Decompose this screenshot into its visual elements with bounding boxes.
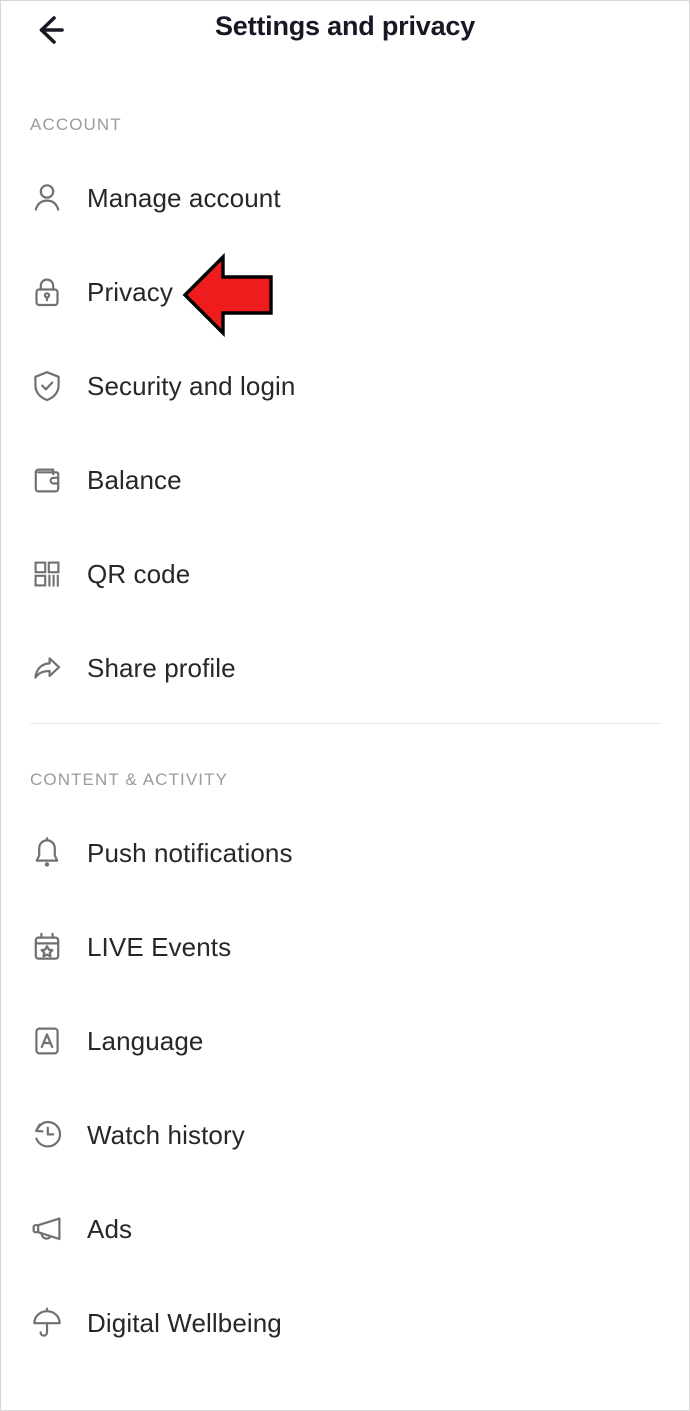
letter-a-box-icon — [15, 1023, 79, 1059]
row-balance[interactable]: Balance — [1, 449, 689, 511]
row-label: LIVE Events — [87, 931, 232, 962]
row-label: Watch history — [87, 1119, 245, 1150]
row-label: Language — [87, 1025, 204, 1056]
person-icon — [15, 180, 79, 216]
share-arrow-icon — [15, 650, 79, 686]
shield-check-icon — [15, 368, 79, 404]
wallet-icon — [15, 462, 79, 498]
row-label: Security and login — [87, 370, 296, 401]
row-label: Ads — [87, 1213, 133, 1244]
megaphone-icon — [15, 1211, 79, 1247]
calendar-star-icon — [15, 929, 79, 965]
clock-history-icon — [15, 1117, 79, 1153]
header-bar: Settings and privacy — [1, 1, 689, 59]
section-header-content-activity: CONTENT & ACTIVITY — [30, 770, 229, 789]
row-digital-wellbeing[interactable]: Digital Wellbeing — [1, 1292, 689, 1354]
settings-and-privacy-screen: Settings and privacy ACCOUNT Manage acco… — [0, 0, 690, 1411]
row-ads[interactable]: Ads — [1, 1198, 689, 1260]
row-push-notifications[interactable]: Push notifications — [1, 822, 689, 884]
umbrella-icon — [15, 1305, 79, 1341]
row-label: Digital Wellbeing — [87, 1307, 282, 1338]
row-manage-account[interactable]: Manage account — [1, 167, 689, 229]
section-divider — [30, 723, 662, 724]
row-label: Balance — [87, 464, 182, 495]
row-privacy[interactable]: Privacy — [1, 261, 689, 323]
row-qr-code[interactable]: QR code — [1, 543, 689, 605]
section-header-account: ACCOUNT — [30, 115, 122, 134]
row-label: QR code — [87, 558, 191, 589]
row-label: Push notifications — [87, 837, 293, 868]
row-label: Share profile — [87, 652, 236, 683]
row-live-events[interactable]: LIVE Events — [1, 916, 689, 978]
qr-code-icon — [15, 556, 79, 592]
row-language[interactable]: Language — [1, 1010, 689, 1072]
page-title: Settings and privacy — [214, 11, 476, 41]
row-share-profile[interactable]: Share profile — [1, 637, 689, 699]
row-label: Manage account — [87, 182, 281, 213]
lock-icon — [15, 274, 79, 310]
bell-icon — [15, 835, 79, 871]
row-label: Privacy — [87, 276, 173, 307]
row-watch-history[interactable]: Watch history — [1, 1104, 689, 1166]
row-security-and-login[interactable]: Security and login — [1, 355, 689, 417]
